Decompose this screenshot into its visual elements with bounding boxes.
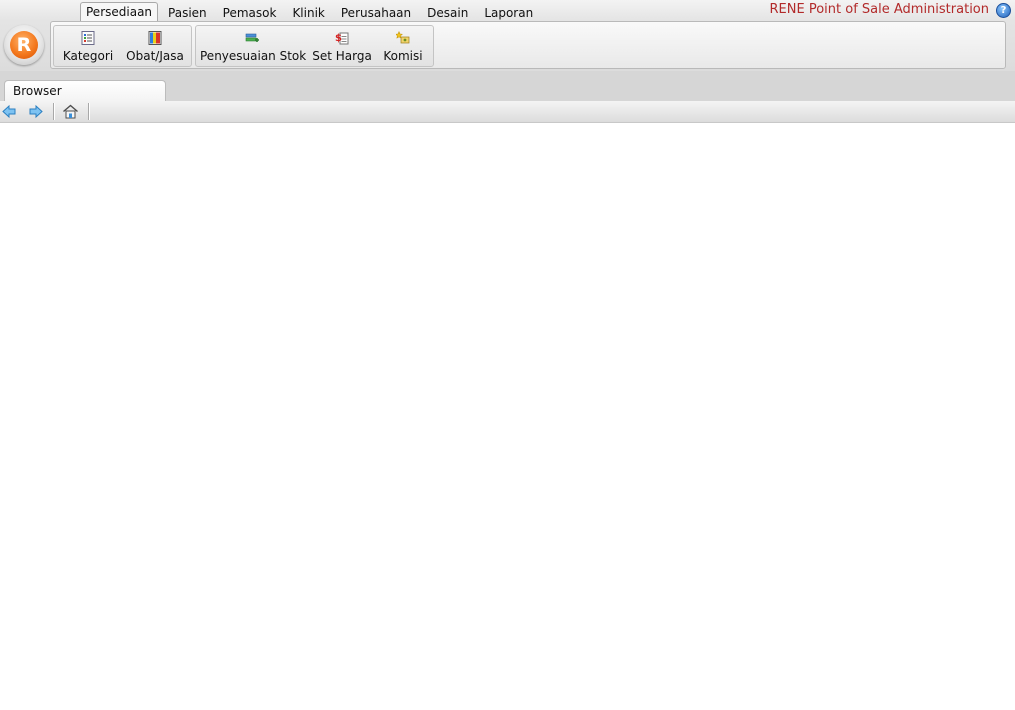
- tab-laporan[interactable]: Laporan: [476, 4, 541, 22]
- ribbon-group-master-data: Kategori Obat/Jasa: [53, 25, 192, 67]
- kategori-button[interactable]: Kategori: [58, 26, 118, 66]
- set-harga-button[interactable]: $ Set Harga: [308, 26, 376, 66]
- ribbon-tab-bar: Persediaan Pasien Pemasok Klinik Perusah…: [80, 2, 541, 22]
- ribbon: R Persediaan Pasien Pemasok Klinik Perus…: [0, 0, 1015, 71]
- komisi-label: Komisi: [383, 49, 423, 63]
- browser-toolbar: [0, 101, 1015, 123]
- tab-klinik[interactable]: Klinik: [284, 4, 332, 22]
- penyesuaian-stok-button[interactable]: Penyesuaian Stok: [200, 26, 307, 66]
- tab-pasien[interactable]: Pasien: [160, 4, 215, 22]
- back-arrow-icon: [2, 104, 16, 119]
- komisi-button[interactable]: Komisi: [378, 26, 428, 66]
- tab-browser-label: Browser: [13, 84, 62, 98]
- help-icon[interactable]: ?: [996, 3, 1011, 18]
- stock-adjustment-icon: [245, 33, 259, 42]
- tab-browser[interactable]: Browser: [4, 80, 166, 102]
- commission-icon: [396, 31, 410, 44]
- app-window: R Persediaan Pasien Pemasok Klinik Perus…: [0, 0, 1015, 710]
- app-logo-icon: R: [10, 31, 38, 59]
- kategori-label: Kategori: [62, 49, 114, 63]
- medicine-service-icon: [148, 31, 162, 45]
- forward-button[interactable]: [27, 103, 44, 120]
- document-tab-strip: Browser: [0, 71, 1015, 102]
- tab-desain[interactable]: Desain: [419, 4, 476, 22]
- browser-content-area[interactable]: [0, 123, 1015, 710]
- home-button[interactable]: [62, 103, 79, 120]
- toolbar-separator: [88, 103, 89, 120]
- tab-perusahaan[interactable]: Perusahaan: [333, 4, 419, 22]
- back-button[interactable]: [1, 103, 18, 120]
- category-list-icon: [81, 31, 95, 45]
- penyesuaian-stok-label: Penyesuaian Stok: [200, 49, 307, 63]
- tab-persediaan[interactable]: Persediaan: [80, 2, 159, 22]
- tab-pemasok[interactable]: Pemasok: [215, 4, 285, 22]
- obat-jasa-label: Obat/Jasa: [126, 49, 184, 63]
- home-icon: [63, 104, 78, 119]
- app-title: RENE Point of Sale Administration: [769, 2, 989, 17]
- ribbon-panel: Kategori Obat/Jasa Penyesuaian Stok $ Se…: [50, 21, 1006, 69]
- svg-text:$: $: [335, 33, 342, 44]
- set-harga-label: Set Harga: [312, 49, 372, 63]
- toolbar-separator: [53, 103, 54, 120]
- ribbon-group-stock: Penyesuaian Stok $ Set Harga Komisi: [195, 25, 434, 67]
- set-price-icon: $: [335, 32, 349, 45]
- obat-jasa-button[interactable]: Obat/Jasa: [120, 26, 190, 66]
- application-menu-button[interactable]: R: [4, 25, 44, 65]
- forward-arrow-icon: [29, 104, 43, 119]
